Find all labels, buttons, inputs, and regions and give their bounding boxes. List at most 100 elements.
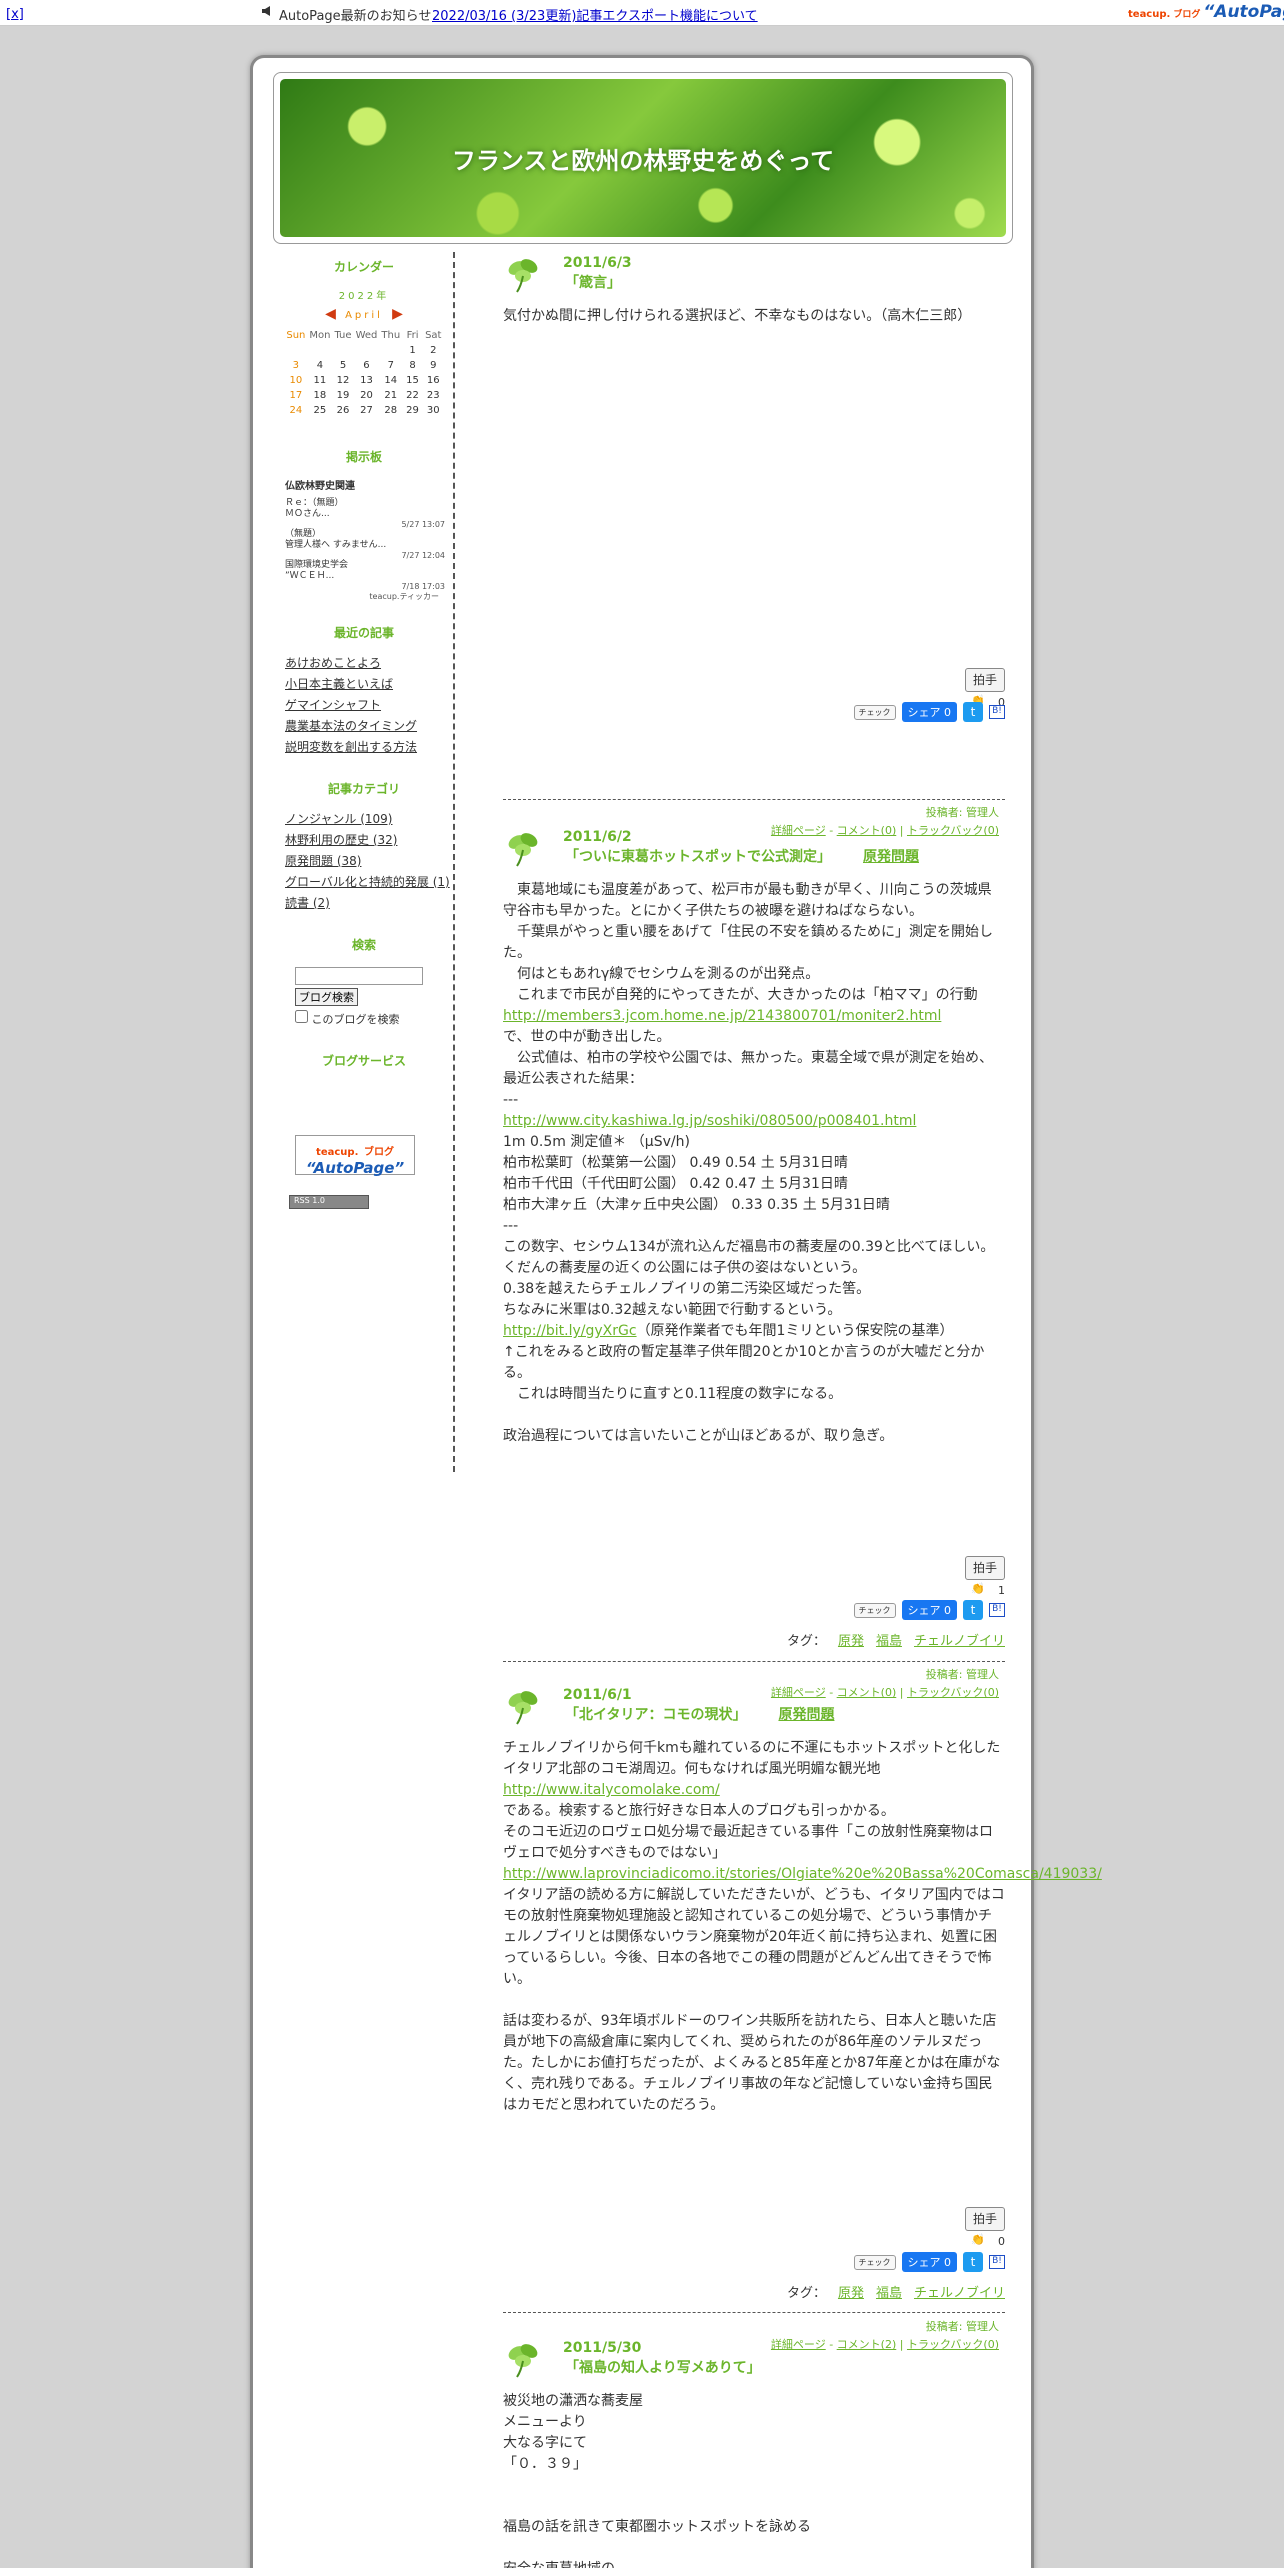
post-category-link[interactable]: 原発問題 (778, 1707, 834, 1723)
hatena-bookmark-icon[interactable]: B! (989, 1603, 1005, 1617)
this-blog-checkbox[interactable] (295, 1009, 308, 1023)
clap-button[interactable]: 拍手 (965, 1556, 1005, 1580)
calendar-day: 16 (426, 375, 440, 386)
post-title-text[interactable]: 「福島の知人より写メありて」 (565, 2360, 761, 2376)
share-bar: チェック シェア 0 t B! (853, 1600, 1005, 1620)
category-link[interactable]: ノンジャンル (109) (285, 812, 392, 826)
search-input[interactable] (295, 966, 423, 985)
post-divider (503, 799, 1005, 800)
calendar-day: 2 (430, 345, 437, 356)
clover-icon (503, 1686, 543, 1726)
tags-label: タグ： (786, 2286, 826, 2301)
recent-post-link[interactable]: 小日本主義といえば (285, 677, 393, 691)
recent-post-link[interactable]: あけおめことよろ (285, 656, 381, 670)
calendar-day: 20 (360, 390, 373, 401)
this-blog-checkbox-label[interactable]: このブログを検索 (295, 1009, 453, 1028)
close-notice-link[interactable]: [x] (6, 7, 24, 22)
clap-button[interactable]: 拍手 (965, 2207, 1005, 2231)
clap-button[interactable]: 拍手 (965, 668, 1005, 692)
post-link-line: http://www.city.kashiwa.lg.jp/soshiki/08… (503, 1111, 1005, 1132)
autopage-badge[interactable]: teacup. ブログ “AutoPage” (295, 1134, 415, 1177)
blog-title[interactable]: フランスと欧州の林野史をめぐって (452, 141, 834, 176)
category-heading: 記事カテゴリ (327, 782, 400, 796)
calendar-day: 25 (313, 405, 327, 416)
post-divider (503, 1661, 1005, 1662)
board-title[interactable]: 仏欧林野史関連 (285, 477, 453, 492)
post-body-line: チェルノブイリから何千kmも離れているのに不運にもホットスポットと化したイタリア… (503, 1740, 1001, 1777)
tag-link[interactable]: 福島 (876, 1634, 902, 1649)
check-button[interactable]: チェック (853, 1602, 896, 1618)
facebook-share-button[interactable]: シェア 0 (901, 702, 957, 722)
search-heading: 検索 (351, 938, 376, 952)
post-tags: タグ： 原発 福島 チェルノブイリ (787, 1630, 1005, 1649)
board-item-title[interactable]: Ｒｅ：（無題） (285, 498, 453, 509)
hatena-bookmark-icon[interactable]: B! (989, 2255, 1005, 2269)
check-button[interactable]: チェック (853, 704, 896, 720)
facebook-share-button[interactable]: シェア 0 (901, 2252, 957, 2272)
tag-link[interactable]: チェルノブイリ (914, 2286, 1005, 2301)
tag-link[interactable]: 原発 (838, 1634, 864, 1649)
post-external-link[interactable]: http://www.city.kashiwa.lg.jp/soshiki/08… (503, 1113, 916, 1129)
post-title-text[interactable]: 「ついに東葛ホットスポットで公式測定」 (565, 849, 831, 865)
post-external-link[interactable]: http://members3.jcom.home.ne.jp/21438007… (503, 1008, 941, 1024)
tag-link[interactable]: 福島 (876, 2286, 902, 2301)
post-title-text[interactable]: 「北イタリア：コモの現状」 (565, 1707, 746, 1723)
hatena-bookmark-icon[interactable]: B! (989, 705, 1005, 719)
post-title: 「福島の知人より写メありて」 (565, 2357, 1005, 2379)
post-body-line: メニューより (503, 2414, 587, 2430)
twitter-share-icon[interactable]: t (963, 2252, 983, 2272)
board-item-title[interactable]: 国際環境史学会 (285, 560, 453, 571)
rss-badge[interactable]: RSS 1.0 (289, 1194, 369, 1209)
header-image[interactable]: フランスと欧州の林野史をめぐって (280, 79, 1006, 237)
post-body-line: 柏市松葉町（松葉第一公園） 0.49 0.54 土 5月31日晴 (503, 1155, 848, 1171)
clap-hands-icon: 👏 (971, 2233, 985, 2246)
calendar-week-row: 3 4 5 6 7 8 9 (284, 358, 443, 373)
next-month-icon[interactable]: ▶ (392, 306, 403, 322)
board-item-snippet: ＭＯさん... (285, 509, 330, 519)
calendar-weekday: Fri (406, 330, 419, 341)
post-body-line: 安全な東葛地域の (503, 2559, 1005, 2568)
recent-post-link[interactable]: ゲマインシャフト (285, 698, 381, 712)
category-link[interactable]: 原発問題 (38) (285, 854, 361, 868)
board-item-title[interactable]: （無題） (285, 529, 453, 540)
category-link[interactable]: 林野利用の歴史 (32) (285, 833, 397, 847)
board-ticker-link[interactable]: teacup.ティッカー (275, 591, 439, 602)
blog-search-button[interactable]: ブログ検索 (295, 987, 358, 1006)
post-link-line: http://www.laprovinciadicomo.it/stories/… (503, 1864, 1102, 1885)
calendar-heading: カレンダー (333, 260, 394, 274)
category-link[interactable]: 読書 (2) (285, 896, 330, 910)
autopage-logo[interactable]: teacup.ブログ“AutoPage” (1128, 2, 1284, 22)
clap-count: 0 (998, 2235, 1005, 2248)
post-body-line: ↑これをみると政府の暫定基準子供年間20とか10とか言うのが大嘘だと分かる。 (503, 1344, 985, 1381)
notice-link[interactable]: 2022/03/16 (3/23更新)記事エクスポート機能について (432, 5, 758, 24)
post-external-link[interactable]: http://www.laprovinciadicomo.it/stories/… (503, 1866, 1102, 1882)
post-body-line: 福島の話を訊きて東都圏ホットスポットを詠める (503, 2519, 811, 2535)
prev-month-icon[interactable]: ◀ (325, 306, 336, 322)
post-body-line: この数字、セシウム134が流れ込んだ福島市の蕎麦屋の0.39と比べてほしい。 (503, 1239, 995, 1255)
tag-link[interactable]: チェルノブイリ (914, 1634, 1005, 1649)
post-author: 投稿者: 管理人 (925, 2320, 999, 2333)
facebook-share-button[interactable]: シェア 0 (901, 1600, 957, 1620)
calendar-weekday: Mon (309, 330, 331, 341)
recent-post-link[interactable]: 説明変数を創出する方法 (285, 740, 417, 754)
post-external-link[interactable]: http://www.italycomolake.com/ (503, 1782, 720, 1798)
tag-link[interactable]: 原発 (838, 2286, 864, 2301)
calendar-day: 11 (313, 375, 327, 386)
recent-post-link[interactable]: 農業基本法のタイミング (285, 719, 417, 733)
twitter-share-icon[interactable]: t (963, 702, 983, 722)
top-notice-bar: [x] AutoPage最新のお知らせ 2022/03/16 (3/23更新)記… (0, 0, 1284, 26)
calendar-day (332, 343, 353, 358)
post-title-text[interactable]: 「箴言」 (565, 275, 621, 291)
board-item-snippet: ”ＷＣＥＨ... (285, 571, 335, 581)
post-body-line: 政治過程については言いたいことが山ほどあるが、取り急ぎ。 (503, 1428, 894, 1444)
post-body-line: これは時間当たりに直すと0.11程度の数字になる。 (503, 1386, 843, 1402)
post-external-link[interactable]: http://bit.ly/gyXrGc (503, 1323, 637, 1339)
post-body-line (503, 2496, 1005, 2517)
check-button[interactable]: チェック (853, 2254, 896, 2270)
clover-icon (503, 828, 543, 868)
post-category-link[interactable]: 原発問題 (863, 849, 919, 865)
calendar-day: 19 (336, 390, 350, 401)
category-link[interactable]: グローバル化と持続的発展 (1) (285, 875, 450, 889)
category-list: ノンジャンル (109) 林野利用の歴史 (32) 原発問題 (38) グローバル化と… (285, 809, 453, 914)
twitter-share-icon[interactable]: t (963, 1600, 983, 1620)
